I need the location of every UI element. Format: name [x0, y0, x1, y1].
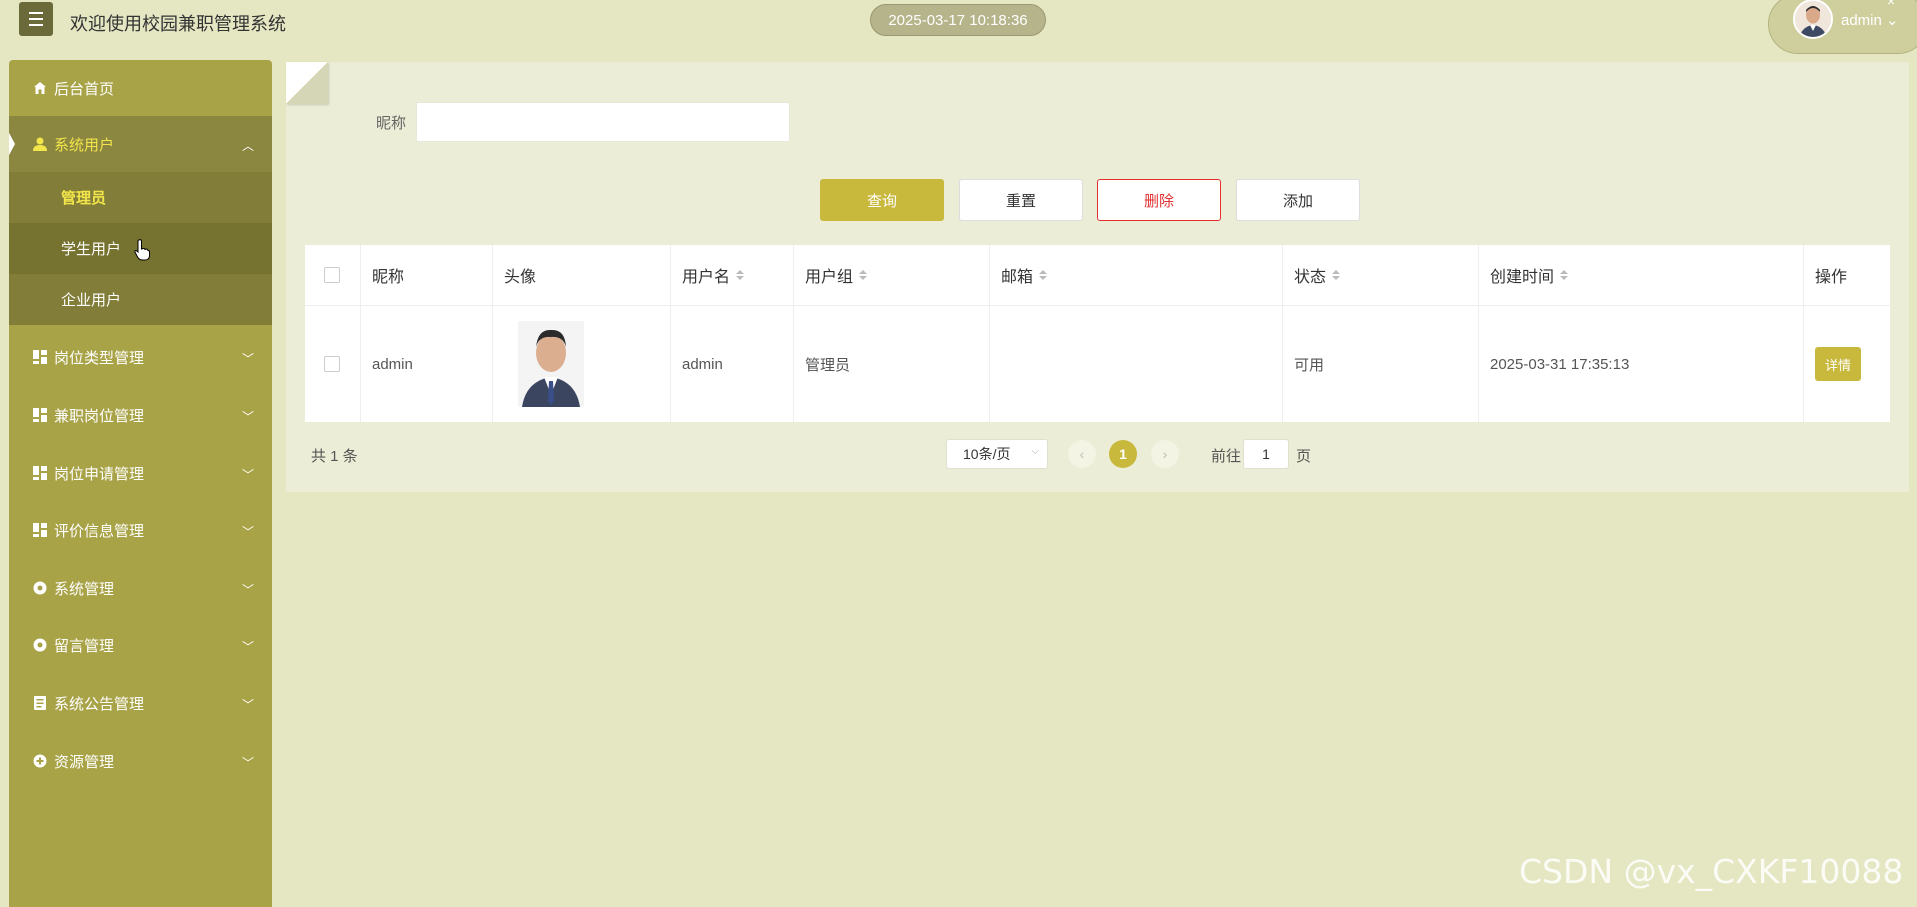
select-all-cell — [305, 245, 361, 305]
home-icon — [32, 80, 48, 96]
cell-username: admin — [671, 306, 794, 422]
sidebar-item-resources[interactable]: 资源管理 ﹀ — [9, 733, 272, 789]
goto-page-input[interactable]: 1 — [1243, 439, 1289, 469]
mouse-cursor-icon — [133, 238, 151, 268]
next-page-button[interactable]: › — [1151, 440, 1179, 468]
gear-icon — [32, 637, 48, 653]
user-menu[interactable]: admin ⌄ × — [1768, 0, 1917, 54]
column-header-avatar: 头像 — [493, 245, 671, 305]
grid-icon — [32, 349, 48, 365]
sidebar-item-home[interactable]: 后台首页 — [9, 60, 272, 116]
column-header-email[interactable]: 邮箱 — [990, 245, 1283, 305]
watermark: CSDN @vx_CXKF10088 — [1519, 852, 1904, 891]
column-header-nickname: 昵称 — [361, 245, 493, 305]
grid-icon — [32, 522, 48, 538]
page-fold-decoration — [286, 62, 328, 104]
sidebar-item-label: 留言管理 — [54, 637, 115, 655]
sidebar: 后台首页 系统用户 ︿ 管理员 学生用户 企业用户 岗位类型管理 ﹀ 兼职岗位管… — [9, 60, 272, 907]
chevron-down-icon: ﹀ — [242, 583, 255, 597]
sidebar-item-system-users[interactable]: 系统用户 ︿ — [9, 116, 272, 172]
avatar — [518, 321, 584, 407]
sidebar-item-job-types[interactable]: 岗位类型管理 ﹀ — [9, 329, 272, 385]
sort-icon[interactable] — [859, 269, 868, 281]
chevron-down-icon: ﹀ — [242, 756, 255, 770]
cell-status: 可用 — [1283, 306, 1479, 422]
top-header: 欢迎使用校园兼职管理系统 2025-03-17 10:18:36 admin ⌄… — [0, 0, 1917, 60]
detail-button[interactable]: 详情 — [1815, 347, 1861, 381]
sidebar-item-label: 后台首页 — [54, 80, 115, 98]
chevron-down-icon: ﹀ — [242, 352, 255, 366]
sidebar-item-label: 岗位类型管理 — [54, 349, 145, 367]
page-1-button[interactable]: 1 — [1109, 440, 1137, 468]
chevron-up-icon: ︿ — [242, 139, 255, 153]
plus-circle-icon — [32, 753, 48, 769]
add-button[interactable]: 添加 — [1236, 179, 1360, 221]
grid-icon — [32, 465, 48, 481]
sidebar-item-reviews[interactable]: 评价信息管理 ﹀ — [9, 502, 272, 558]
page-size-select[interactable]: 10条/页 ⌵ — [946, 439, 1048, 469]
nickname-search-input[interactable] — [416, 102, 790, 142]
prev-page-button[interactable]: ‹ — [1068, 440, 1096, 468]
sidebar-item-label: 系统管理 — [54, 580, 115, 598]
sort-icon[interactable] — [736, 269, 745, 281]
sort-icon[interactable] — [1039, 269, 1048, 281]
nickname-label: 昵称 — [376, 115, 407, 132]
chevron-down-icon: ﹀ — [242, 525, 255, 539]
sidebar-item-system-management[interactable]: 系统管理 ﹀ — [9, 560, 272, 616]
avatar — [1793, 0, 1833, 39]
current-datetime: 2025-03-17 10:18:36 — [870, 4, 1046, 36]
sidebar-item-announcements[interactable]: 系统公告管理 ﹀ — [9, 675, 272, 731]
document-icon — [32, 695, 48, 711]
sidebar-item-label: 兼职岗位管理 — [54, 407, 145, 425]
column-header-status[interactable]: 状态 — [1283, 245, 1479, 305]
column-header-username[interactable]: 用户名 — [671, 245, 794, 305]
sidebar-item-label: 系统用户 — [54, 136, 115, 154]
chevron-down-icon: ﹀ — [242, 410, 255, 424]
sort-icon[interactable] — [1560, 269, 1569, 281]
sidebar-item-messages[interactable]: 留言管理 ﹀ — [9, 617, 272, 673]
column-header-actions: 操作 — [1815, 269, 1848, 286]
close-icon[interactable]: × — [1887, 0, 1895, 9]
menu-toggle-button[interactable] — [19, 2, 53, 36]
column-header-group[interactable]: 用户组 — [794, 245, 990, 305]
chevron-down-icon: ﹀ — [242, 640, 255, 654]
table-row: admin admin 管理员 可用 2025-03-31 17:35:13 详… — [305, 306, 1890, 422]
sidebar-item-label: 资源管理 — [54, 753, 115, 771]
cell-nickname: admin — [361, 306, 493, 422]
sidebar-item-part-time-jobs[interactable]: 兼职岗位管理 ﹀ — [9, 387, 272, 443]
column-header-created[interactable]: 创建时间 — [1479, 245, 1804, 305]
chevron-down-icon: ﹀ — [242, 468, 255, 482]
sidebar-item-label: 岗位申请管理 — [54, 465, 145, 483]
reset-button[interactable]: 重置 — [959, 179, 1083, 221]
users-table: 昵称 头像 用户名 用户组 邮箱 状态 创建时间 操作 admin admin … — [305, 245, 1890, 422]
table-header-row: 昵称 头像 用户名 用户组 邮箱 状态 创建时间 操作 — [305, 245, 1890, 306]
sidebar-item-label: 系统公告管理 — [54, 695, 145, 713]
user-name: admin ⌄ — [1841, 12, 1899, 29]
query-button[interactable]: 查询 — [820, 179, 944, 221]
goto-suffix: 页 — [1296, 448, 1312, 465]
grid-icon — [32, 407, 48, 423]
app-title: 欢迎使用校园兼职管理系统 — [70, 14, 286, 34]
cell-created: 2025-03-31 17:35:13 — [1479, 306, 1804, 422]
hamburger-icon — [29, 10, 43, 28]
sort-icon[interactable] — [1332, 269, 1341, 281]
user-icon — [32, 136, 48, 152]
sidebar-item-label: 评价信息管理 — [54, 522, 145, 540]
sidebar-item-applications[interactable]: 岗位申请管理 ﹀ — [9, 445, 272, 501]
chevron-down-icon: ⌄ — [1886, 12, 1899, 29]
chevron-down-icon: ﹀ — [242, 698, 255, 712]
delete-button[interactable]: 删除 — [1097, 179, 1221, 221]
select-all-checkbox[interactable] — [324, 267, 340, 283]
main-panel: 昵称 查询 重置 删除 添加 昵称 头像 用户名 用户组 邮箱 状态 创建时间 … — [286, 62, 1909, 492]
total-count: 共 1 条 — [311, 448, 358, 465]
row-checkbox[interactable] — [324, 356, 340, 372]
cell-email — [990, 306, 1283, 422]
goto-label: 前往 — [1211, 448, 1242, 465]
gear-icon — [32, 580, 48, 596]
sidebar-subitem-admin[interactable]: 管理员 — [9, 172, 272, 223]
cell-group: 管理员 — [794, 306, 990, 422]
sidebar-subitem-companies[interactable]: 企业用户 — [9, 274, 272, 325]
chevron-down-icon: ⌵ — [1031, 446, 1039, 457]
